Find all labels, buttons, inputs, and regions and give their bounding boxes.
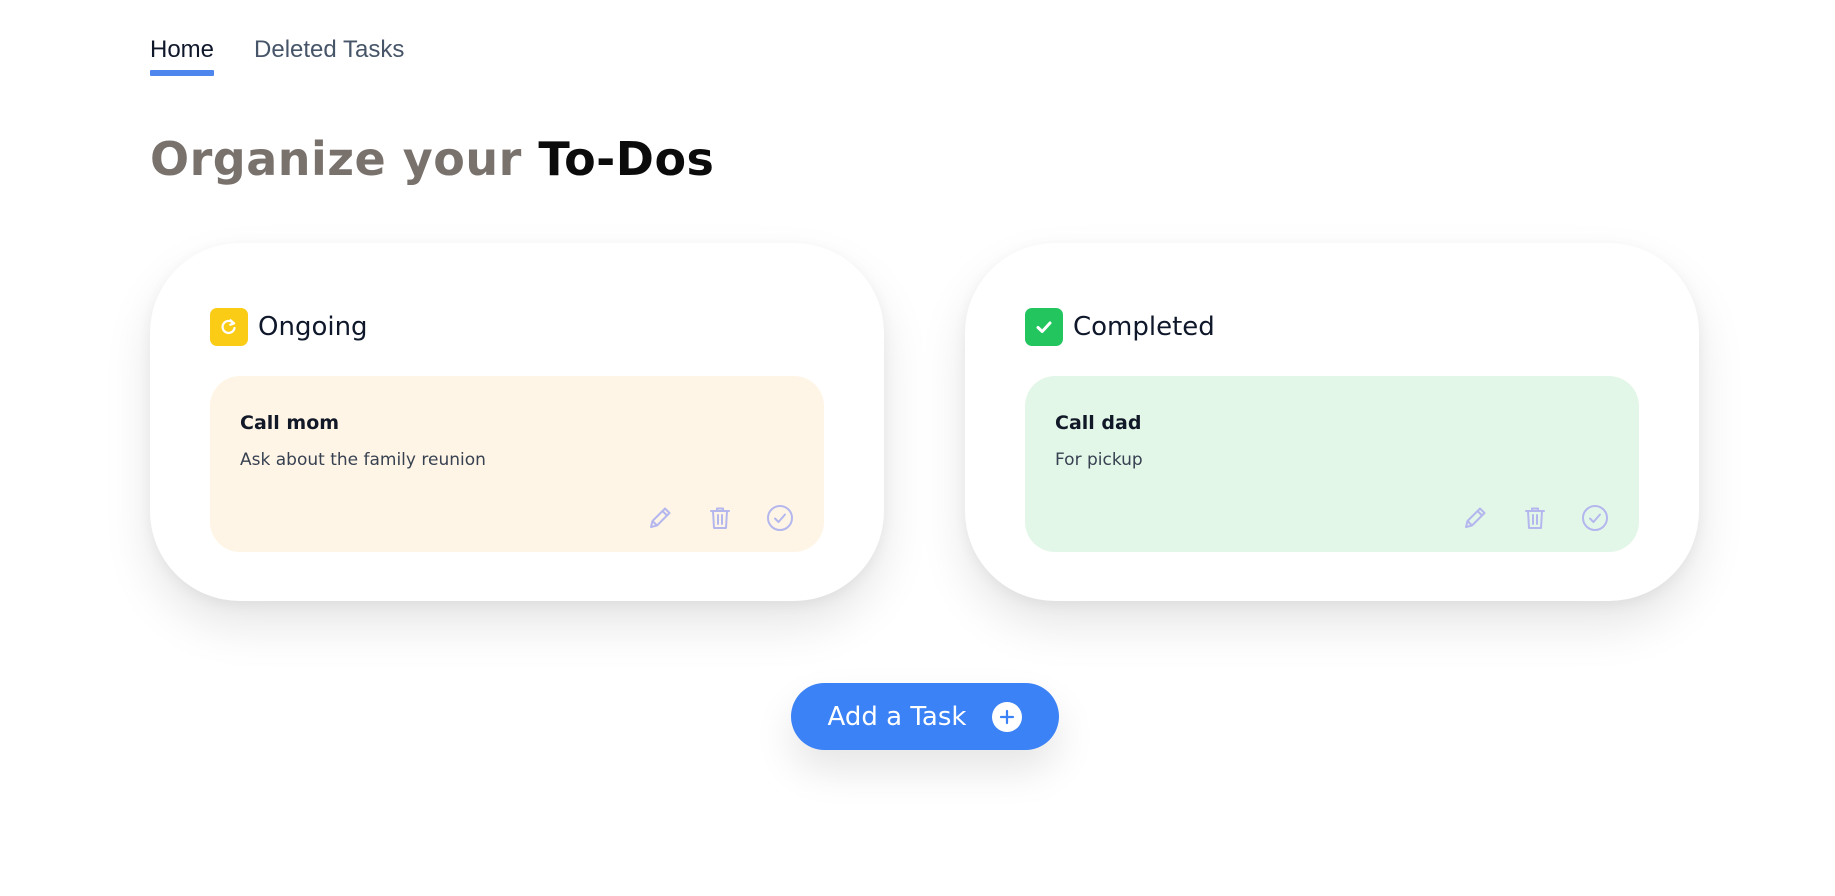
ongoing-panel-title: Ongoing	[258, 312, 368, 342]
add-task-label: Add a Task	[827, 701, 967, 732]
check-icon	[1025, 308, 1063, 346]
task-card[interactable]: Call dad For pickup	[1025, 376, 1639, 552]
trash-icon[interactable]	[704, 502, 736, 534]
tab-deleted-tasks[interactable]: Deleted Tasks	[254, 36, 404, 72]
ongoing-panel: Ongoing Call mom Ask about the family re…	[150, 243, 884, 601]
completed-panel: Completed Call dad For pickup	[965, 243, 1699, 601]
task-card[interactable]: Call mom Ask about the family reunion	[210, 376, 824, 552]
pencil-icon[interactable]	[1459, 502, 1491, 534]
refresh-icon	[210, 308, 248, 346]
todo-app: Home Deleted Tasks Organize your To-Dos …	[0, 0, 1835, 896]
page-title-highlight: To-Dos	[538, 132, 715, 186]
nav-tabs: Home Deleted Tasks	[150, 36, 404, 76]
check-circle-icon[interactable]	[764, 502, 796, 534]
ongoing-panel-header: Ongoing	[210, 308, 368, 346]
check-circle-icon[interactable]	[1579, 502, 1611, 534]
pencil-icon[interactable]	[644, 502, 676, 534]
task-title: Call dad	[1055, 412, 1142, 434]
task-actions	[644, 502, 796, 534]
task-description: For pickup	[1055, 450, 1143, 470]
completed-panel-header: Completed	[1025, 308, 1215, 346]
task-title: Call mom	[240, 412, 340, 434]
tab-home[interactable]: Home	[150, 36, 215, 76]
task-actions	[1459, 502, 1611, 534]
completed-panel-title: Completed	[1073, 312, 1215, 342]
trash-icon[interactable]	[1519, 502, 1551, 534]
add-task-button[interactable]: Add a Task	[791, 683, 1059, 750]
page-title-prefix: Organize your	[150, 132, 522, 186]
task-description: Ask about the family reunion	[240, 450, 486, 470]
plus-circle-icon	[992, 701, 1023, 732]
page-title: Organize your To-Dos	[150, 132, 714, 186]
